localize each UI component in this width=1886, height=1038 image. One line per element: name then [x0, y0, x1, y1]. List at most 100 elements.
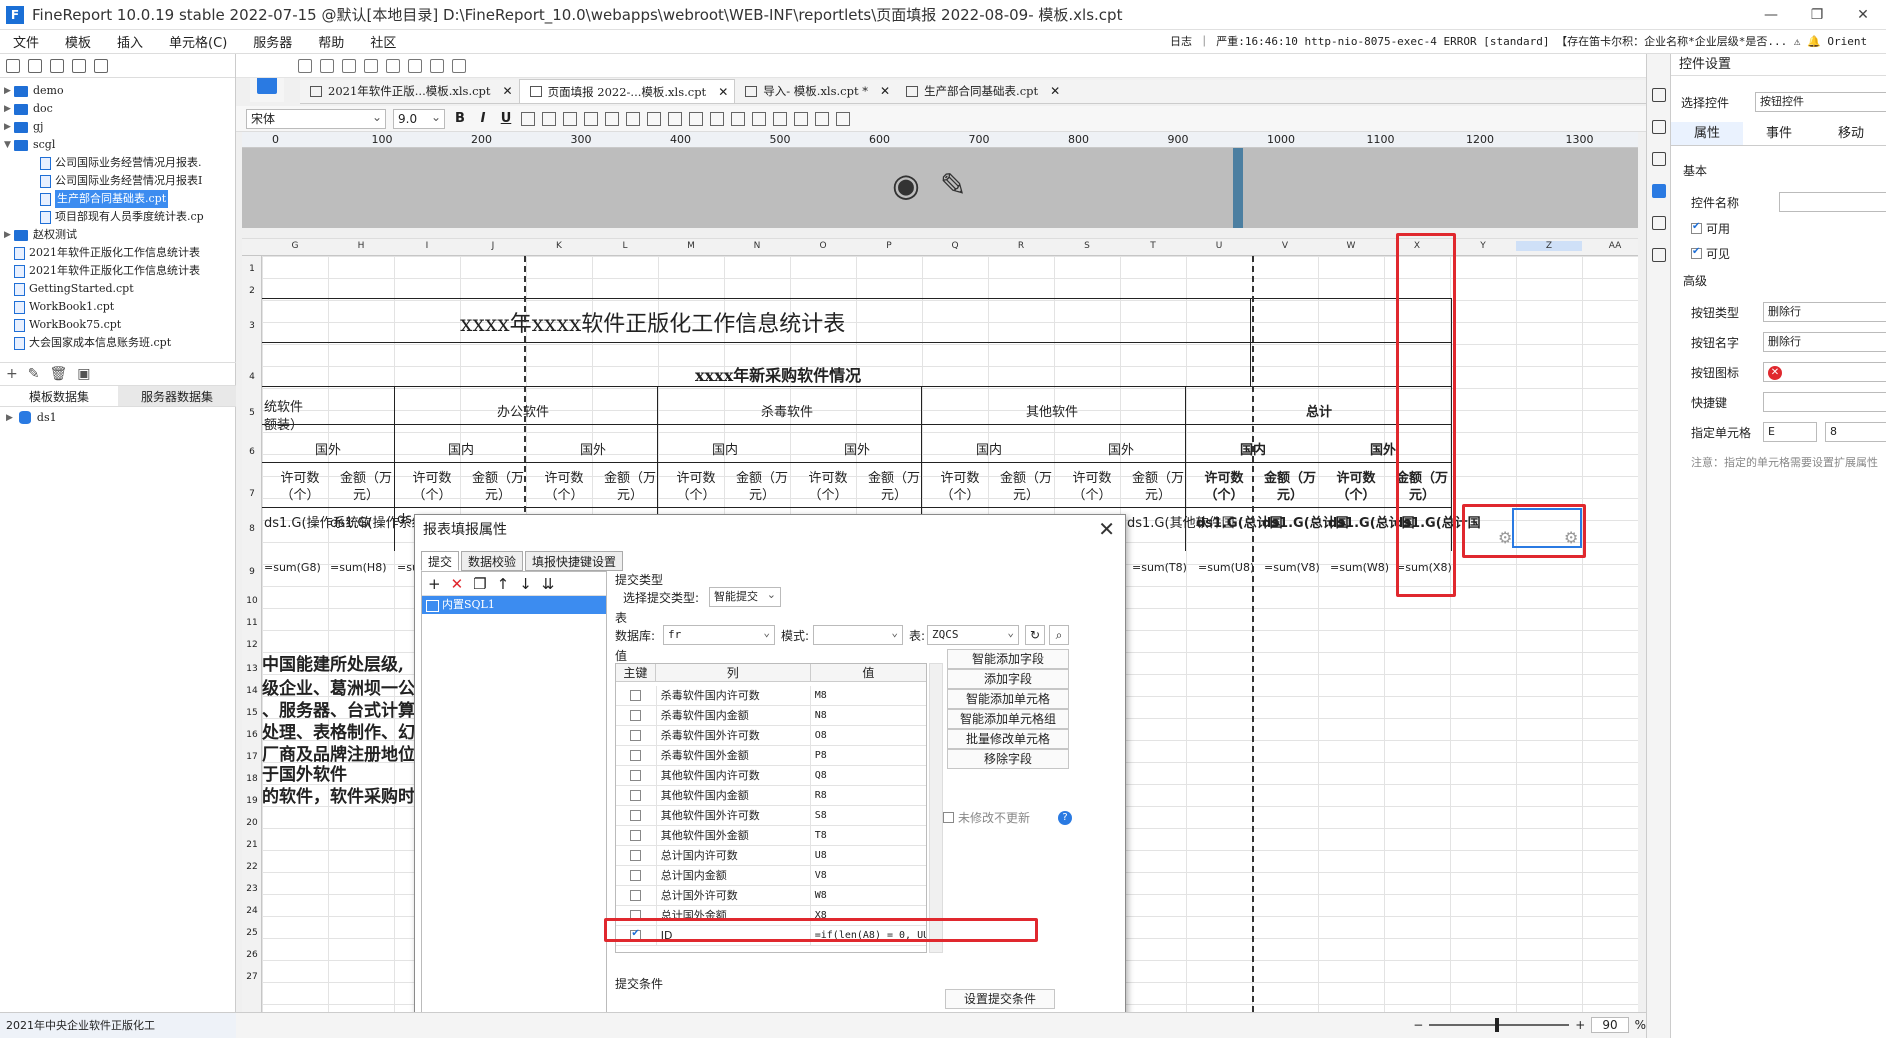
- primary-key-checkbox[interactable]: [630, 710, 642, 721]
- move-up-icon[interactable]: ↑: [497, 575, 510, 593]
- expand-arrow-icon[interactable]: ▶: [4, 226, 14, 244]
- row-header-cell[interactable]: 7: [242, 489, 262, 499]
- font-select[interactable]: 宋体: [246, 108, 386, 129]
- add-dataset-icon[interactable]: +: [6, 366, 18, 382]
- key-cell[interactable]: [616, 770, 656, 781]
- shortcut-input[interactable]: [1763, 392, 1886, 412]
- enabled-option[interactable]: 可用: [1691, 220, 1730, 237]
- field-row[interactable]: 其他软件国外金额 T8: [616, 825, 926, 846]
- fill-color-icon[interactable]: [605, 111, 619, 126]
- key-cell[interactable]: [616, 790, 656, 801]
- menu-file[interactable]: 文件: [0, 32, 52, 51]
- key-cell[interactable]: [616, 850, 656, 861]
- font-color-icon[interactable]: [626, 111, 640, 126]
- key-cell[interactable]: [616, 690, 656, 701]
- add-field-button[interactable]: 添加字段: [947, 669, 1069, 689]
- menu-help[interactable]: 帮助: [305, 32, 357, 51]
- smart-add-cell-group-button[interactable]: 智能添加单元格组: [947, 709, 1069, 729]
- primary-key-checkbox[interactable]: [630, 770, 642, 781]
- tab-close-icon[interactable]: ✕: [718, 80, 728, 104]
- row-header-cell[interactable]: 21: [242, 840, 262, 850]
- edit-dataset-icon[interactable]: ✎: [28, 366, 40, 382]
- tab-events[interactable]: 事件: [1743, 122, 1815, 145]
- bold-icon[interactable]: B: [452, 111, 468, 126]
- template-tab[interactable]: 导入- 模板.xls.cpt * ✕: [735, 79, 896, 103]
- field-row[interactable]: 杀毒软件国内金额 N8: [616, 705, 926, 726]
- cut-icon[interactable]: [364, 58, 378, 73]
- row-header-cell[interactable]: 4: [242, 372, 262, 382]
- border-icon[interactable]: [584, 111, 598, 126]
- column-cell[interactable]: 其他软件国外许可数: [655, 805, 811, 826]
- expand-arrow-icon[interactable]: ▼: [4, 136, 14, 154]
- refresh-icon[interactable]: [28, 58, 42, 73]
- delete-dataset-icon[interactable]: 🗑: [49, 366, 67, 382]
- column-header-cell[interactable]: J: [460, 241, 526, 251]
- image-icon[interactable]: [794, 111, 808, 126]
- splitter-bar[interactable]: [1233, 148, 1243, 228]
- expand-arrow-icon[interactable]: ▶: [4, 100, 14, 118]
- key-cell[interactable]: [616, 710, 656, 721]
- template-tab[interactable]: 2021年软件正版...模板.xls.cpt ✕: [300, 79, 519, 103]
- key-cell[interactable]: [616, 830, 656, 841]
- column-header-cell[interactable]: S: [1054, 241, 1120, 251]
- value-cell[interactable]: T8: [811, 826, 926, 846]
- delete-icon[interactable]: [50, 58, 64, 73]
- row-header-cell[interactable]: 2: [242, 286, 262, 296]
- row-header-cell[interactable]: 9: [242, 567, 262, 577]
- tab-close-icon[interactable]: ✕: [880, 79, 890, 103]
- expand-arrow-icon[interactable]: ▶: [6, 413, 13, 423]
- set-condition-button[interactable]: 设置提交条件: [945, 989, 1055, 1009]
- primary-key-checkbox[interactable]: [630, 690, 642, 701]
- italic-icon[interactable]: I: [475, 111, 491, 126]
- copy-icon[interactable]: ❐: [473, 575, 486, 593]
- font-size-select[interactable]: 9.0: [393, 108, 445, 129]
- visible-checkbox[interactable]: [1691, 246, 1702, 259]
- column-cell[interactable]: 杀毒软件国外金额: [655, 745, 811, 766]
- key-cell[interactable]: [616, 730, 656, 741]
- column-cell[interactable]: 杀毒软件国内许可数: [655, 685, 811, 706]
- row-header-cell[interactable]: 18: [242, 774, 262, 784]
- primary-key-checkbox[interactable]: [630, 870, 642, 881]
- tab-shortcut-settings[interactable]: 填报快捷键设置: [525, 551, 624, 571]
- template-tab[interactable]: 生产部合同基础表.cpt ✕: [896, 79, 1066, 103]
- field-row[interactable]: 杀毒软件国内许可数 M8: [616, 685, 926, 706]
- primary-key-checkbox[interactable]: [630, 830, 642, 841]
- unmerge-icon[interactable]: [668, 111, 682, 126]
- chart-icon[interactable]: [773, 111, 787, 126]
- tab-server-dataset[interactable]: 服务器数据集: [118, 386, 236, 406]
- minimize-button[interactable]: —: [1748, 0, 1794, 30]
- tab-properties[interactable]: 属性: [1671, 122, 1743, 145]
- submit-type-select[interactable]: 智能提交: [709, 586, 781, 607]
- target-cell-column[interactable]: E: [1763, 422, 1817, 442]
- lock-icon[interactable]: [72, 58, 86, 73]
- column-header-cell[interactable]: AA: [1582, 241, 1648, 251]
- field-table-scrollbar[interactable]: [929, 663, 943, 953]
- row-header-cell[interactable]: 15: [242, 708, 262, 718]
- sub-report-icon[interactable]: [815, 111, 829, 126]
- new-folder-icon[interactable]: [6, 58, 20, 73]
- tree-node[interactable]: 2021年软件正版化工作信息统计表: [4, 244, 235, 262]
- tree-node[interactable]: ▶ gj: [4, 118, 235, 136]
- field-row[interactable]: 杀毒软件国外金额 P8: [616, 745, 926, 766]
- row-header-cell[interactable]: 23: [242, 884, 262, 894]
- column-header-cell[interactable]: M: [658, 241, 724, 251]
- tree-node[interactable]: 生产部合同基础表.cpt: [4, 190, 235, 208]
- log-message[interactable]: 日志 ｜ 严重:16:46:10 http-nio-8075-exec-4 ER…: [1170, 33, 1867, 49]
- cell-element-icon[interactable]: [1652, 120, 1666, 134]
- row-header-cell[interactable]: 8: [242, 524, 262, 534]
- tree-node[interactable]: 2021年软件正版化工作信息统计表: [4, 262, 235, 280]
- insert-widget-icon[interactable]: [689, 111, 703, 126]
- search-table-icon[interactable]: ⌕: [1049, 625, 1069, 645]
- menu-cell[interactable]: 单元格(C): [156, 32, 240, 51]
- row-header-cell[interactable]: 11: [242, 618, 262, 628]
- column-header-cell[interactable]: I: [394, 241, 460, 251]
- menu-server[interactable]: 服务器: [240, 32, 305, 51]
- zoom-slider[interactable]: [1429, 1018, 1570, 1032]
- row-header-cell[interactable]: 13: [242, 664, 262, 674]
- align-left-icon[interactable]: [521, 111, 535, 126]
- row-header-cell[interactable]: 24: [242, 906, 262, 916]
- help-icon[interactable]: ?: [1058, 810, 1073, 825]
- value-cell[interactable]: M8: [811, 686, 926, 706]
- column-cell[interactable]: 杀毒软件国外许可数: [655, 725, 811, 746]
- row-header-cell[interactable]: 14: [242, 686, 262, 696]
